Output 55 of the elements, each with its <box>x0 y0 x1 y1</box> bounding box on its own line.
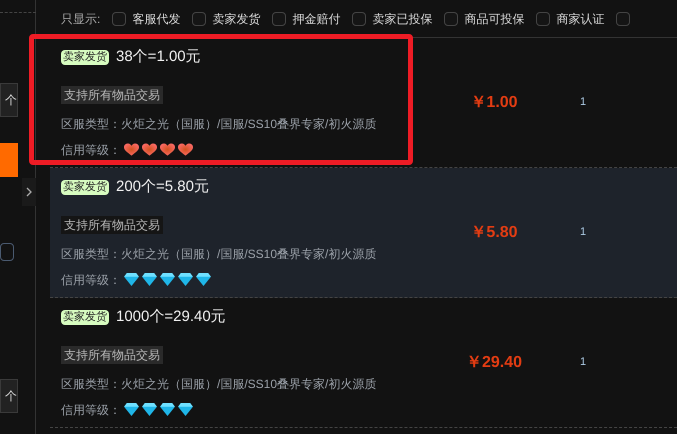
credit-label: 信用等级： <box>61 402 121 419</box>
server-type: 区服类型：火炬之光（国服）/国服/SS10叠界专家/初火源质 <box>61 246 378 263</box>
filter-option[interactable]: 商品可投保 <box>464 10 524 28</box>
diamond-icon <box>160 403 175 416</box>
checkbox[interactable] <box>192 12 206 26</box>
quantity: 1 <box>580 225 586 240</box>
trade-tag: 支持所有物品交易 <box>61 216 163 234</box>
checkbox[interactable] <box>272 12 286 26</box>
diamond-icon <box>178 403 193 416</box>
filter-option[interactable]: 押金赔付 <box>292 10 340 28</box>
diamond-icon <box>142 403 157 416</box>
quantity: 1 <box>580 355 586 370</box>
heart-icon <box>142 142 157 157</box>
sidebar-tag[interactable] <box>0 243 14 261</box>
filter-option[interactable]: 卖家发货 <box>212 10 260 28</box>
listing-row[interactable]: 卖家发货 200个=5.80元 支持所有物品交易 区服类型：火炬之光（国服）/国服/SS10叠界专家/初火源质 信用等级： ￥5.80 1 <box>50 168 677 298</box>
trade-tag: 支持所有物品交易 <box>61 346 163 364</box>
diamond-icon <box>124 403 139 416</box>
checkbox[interactable] <box>444 12 458 26</box>
checkbox[interactable] <box>616 12 630 26</box>
diamond-icon <box>124 273 139 286</box>
checkbox[interactable] <box>536 12 550 26</box>
heart-icon <box>178 142 193 157</box>
credit-label: 信用等级： <box>61 142 121 159</box>
server-type: 区服类型：火炬之光（国服）/国服/SS10叠界专家/初火源质 <box>61 376 378 393</box>
listing-title[interactable]: 1000个=29.40元 <box>116 306 226 329</box>
checkbox[interactable] <box>352 12 366 26</box>
diamond-icon <box>160 273 175 286</box>
credit-label: 信用等级： <box>61 272 121 289</box>
collapse-button[interactable] <box>22 178 36 206</box>
chevron-right-icon <box>26 187 32 197</box>
diamond-icon <box>178 273 193 286</box>
price: ￥29.40 <box>466 352 522 372</box>
quantity: 1 <box>580 95 586 110</box>
diamond-icon <box>196 273 211 286</box>
diamond-icon <box>142 273 157 286</box>
filter-label: 只显示: <box>61 10 100 28</box>
server-type: 区服类型：火炬之光（国服）/国服/SS10叠界专家/初火源质 <box>61 116 378 133</box>
filter-option[interactable]: 卖家已投保 <box>372 10 432 28</box>
price: ￥1.00 <box>470 92 518 112</box>
checkbox[interactable] <box>112 12 126 26</box>
sidebar-button[interactable]: 个 <box>0 83 18 117</box>
heart-icon <box>124 142 139 157</box>
seller-badge: 卖家发货 <box>61 310 109 325</box>
seller-badge: 卖家发货 <box>61 50 109 65</box>
listing-title[interactable]: 38个=1.00元 <box>116 46 201 69</box>
listing-title[interactable]: 200个=5.80元 <box>116 176 209 199</box>
sidebar-button[interactable]: 个 <box>0 379 18 413</box>
price: ￥5.80 <box>470 222 518 242</box>
heart-icon <box>160 142 175 157</box>
filter-option[interactable]: 商家认证 <box>556 10 604 28</box>
trade-tag: 支持所有物品交易 <box>61 86 163 104</box>
seller-badge: 卖家发货 <box>61 180 109 195</box>
filter-option[interactable]: 客服代发 <box>132 10 180 28</box>
listing-row[interactable]: 卖家发货 1000个=29.40元 支持所有物品交易 区服类型：火炬之光（国服）/国服/SS10叠界专家/初火源质 信用等级： ￥29.40 1 <box>50 298 677 428</box>
